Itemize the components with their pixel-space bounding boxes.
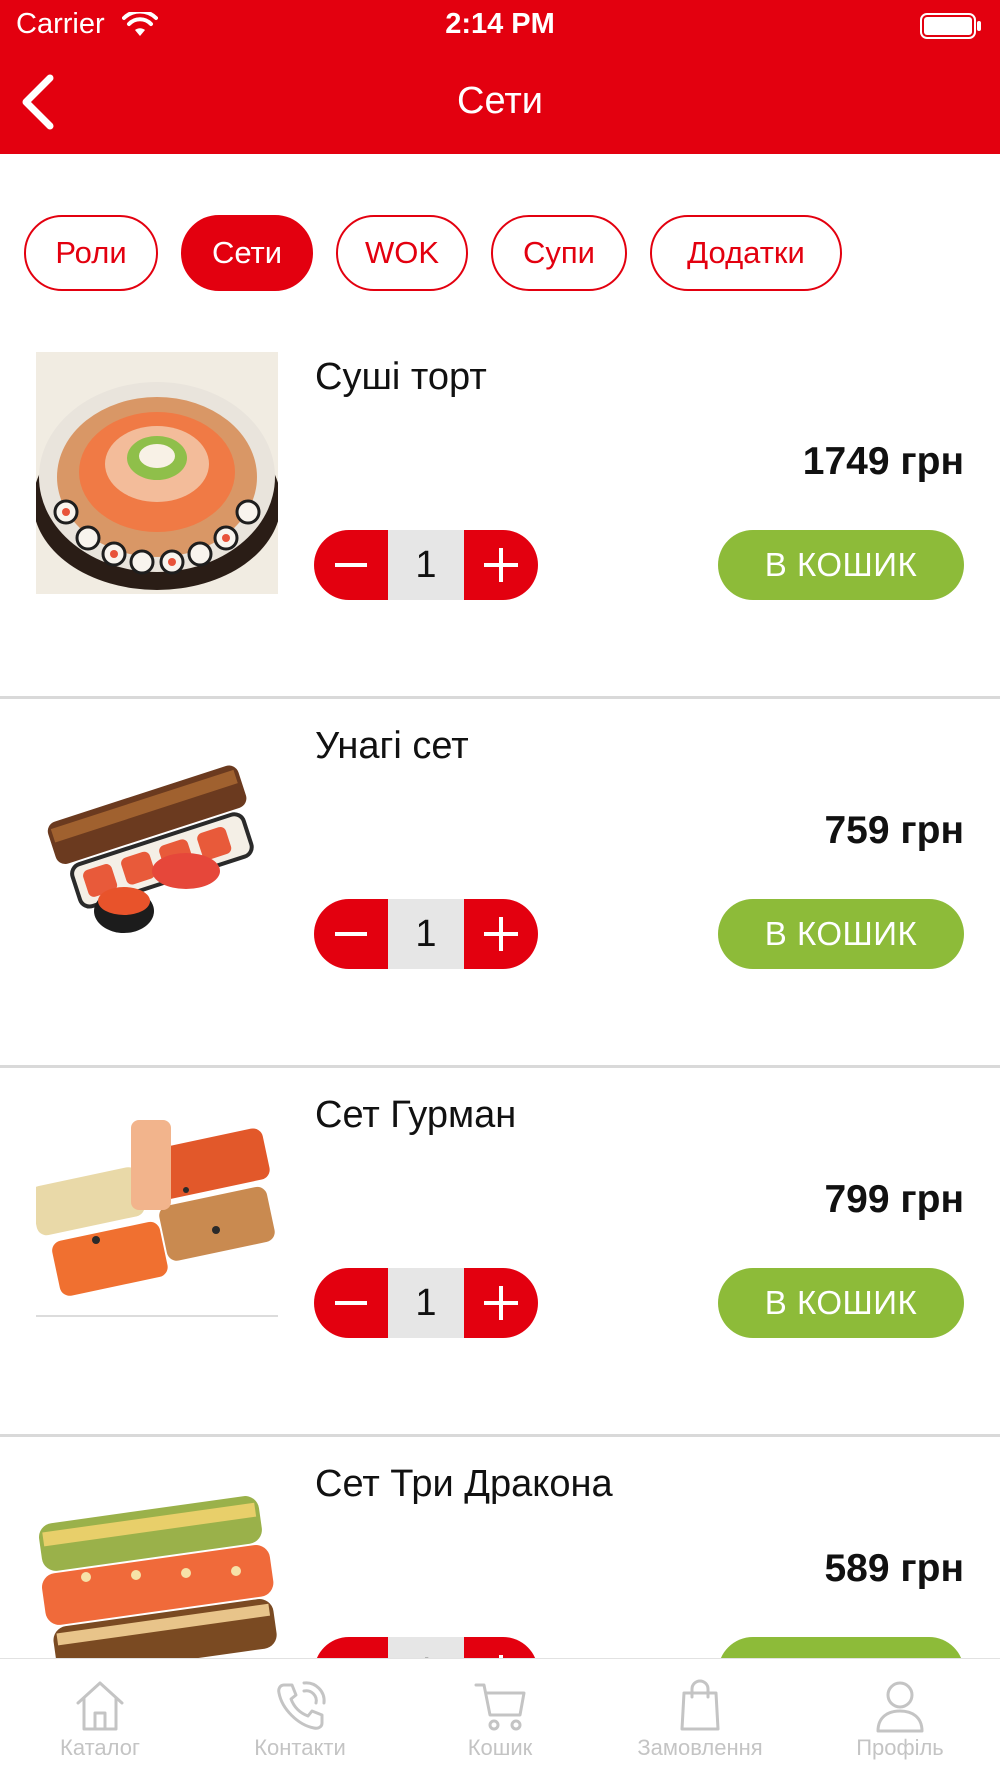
product-card: Суші торт 1749 грн 1 В КОШИК	[0, 330, 1000, 699]
product-card: Унагі сет 759 грн 1 В КОШИК	[0, 699, 1000, 1068]
increase-quantity-button[interactable]	[464, 1268, 538, 1338]
tab-profile[interactable]: Профіль	[800, 1659, 1000, 1778]
tab-orders[interactable]: Замовлення	[600, 1659, 800, 1778]
tab-label: Замовлення	[637, 1735, 763, 1760]
product-name: Унагі сет	[315, 725, 469, 767]
product-price: 1749 грн	[802, 440, 964, 483]
quantity-value: 1	[388, 1268, 464, 1338]
increase-quantity-button[interactable]	[464, 899, 538, 969]
quantity-value: 1	[388, 1637, 464, 1658]
unagi-set-photo[interactable]	[36, 721, 278, 963]
tab-cart[interactable]: Кошик	[400, 1659, 600, 1778]
product-name: Сет Гурман	[315, 1094, 517, 1136]
minus-icon	[335, 563, 367, 567]
category-chip-dodatky[interactable]: Додатки	[650, 215, 842, 291]
product-price: 799 грн	[824, 1178, 964, 1221]
category-tabs: Роли Сети WOK Супи Додатки	[24, 215, 842, 291]
plus-icon	[484, 548, 518, 582]
minus-icon	[335, 1301, 367, 1305]
phone-icon	[277, 1681, 326, 1730]
category-chip-roly[interactable]: Роли	[24, 215, 158, 291]
product-name: Сет Три Дракона	[315, 1463, 613, 1505]
gourmet-set-photo[interactable]	[36, 1090, 278, 1332]
cart-icon	[474, 1683, 526, 1731]
bag-icon	[680, 1679, 720, 1731]
sushi-cake-photo[interactable]	[36, 352, 278, 594]
category-chip-wok[interactable]: WOK	[336, 215, 468, 291]
quantity-stepper: 1	[314, 530, 538, 600]
add-to-cart-button[interactable]: В КОШИК	[718, 1268, 964, 1338]
product-card: Сет Три Дракона 589 грн 1 В КОШИК	[0, 1437, 1000, 1658]
three-dragons-set-photo[interactable]	[36, 1459, 278, 1658]
decrease-quantity-button[interactable]	[314, 899, 388, 969]
add-to-cart-button[interactable]: В КОШИК	[718, 530, 964, 600]
increase-quantity-button[interactable]	[464, 1637, 538, 1658]
page-title: Сети	[457, 80, 543, 122]
user-icon	[876, 1681, 924, 1733]
plus-icon	[484, 917, 518, 951]
decrease-quantity-button[interactable]	[314, 1637, 388, 1658]
tab-contacts[interactable]: Контакти	[200, 1659, 400, 1778]
increase-quantity-button[interactable]	[464, 530, 538, 600]
tab-label: Профіль	[856, 1735, 944, 1760]
product-card: Сет Гурман 799 грн 1 В КОШИК	[0, 1068, 1000, 1437]
minus-icon	[335, 932, 367, 936]
tab-label: Контакти	[254, 1735, 346, 1760]
decrease-quantity-button[interactable]	[314, 1268, 388, 1338]
battery-icon	[920, 13, 981, 39]
quantity-stepper: 1	[314, 1637, 538, 1658]
category-chip-sety[interactable]: Сети	[181, 215, 313, 291]
tab-label: Каталог	[60, 1735, 140, 1760]
bottom-tab-bar: Каталог Контакти Кошик Замовлення Профіл…	[0, 1658, 1000, 1778]
add-to-cart-button[interactable]: В КОШИК	[718, 899, 964, 969]
navigation-bar: Сети	[0, 50, 1000, 154]
category-chip-supy[interactable]: Супи	[491, 215, 627, 291]
quantity-stepper: 1	[314, 1268, 538, 1338]
quantity-stepper: 1	[314, 899, 538, 969]
product-price: 589 грн	[824, 1547, 964, 1590]
add-to-cart-button[interactable]: В КОШИК	[718, 1637, 964, 1658]
product-list[interactable]: Суші торт 1749 грн 1 В КОШИК Унагі сет 7…	[0, 330, 1000, 1658]
tab-catalog[interactable]: Каталог	[0, 1659, 200, 1778]
decrease-quantity-button[interactable]	[314, 530, 388, 600]
status-bar: Carrier 2:14 PM	[0, 0, 1000, 50]
product-name: Суші торт	[315, 356, 487, 398]
plus-icon	[484, 1286, 518, 1320]
quantity-value: 1	[388, 899, 464, 969]
tab-label: Кошик	[467, 1735, 533, 1760]
home-icon	[76, 1681, 124, 1731]
quantity-value: 1	[388, 530, 464, 600]
product-price: 759 грн	[824, 809, 964, 852]
clock: 2:14 PM	[445, 8, 555, 40]
